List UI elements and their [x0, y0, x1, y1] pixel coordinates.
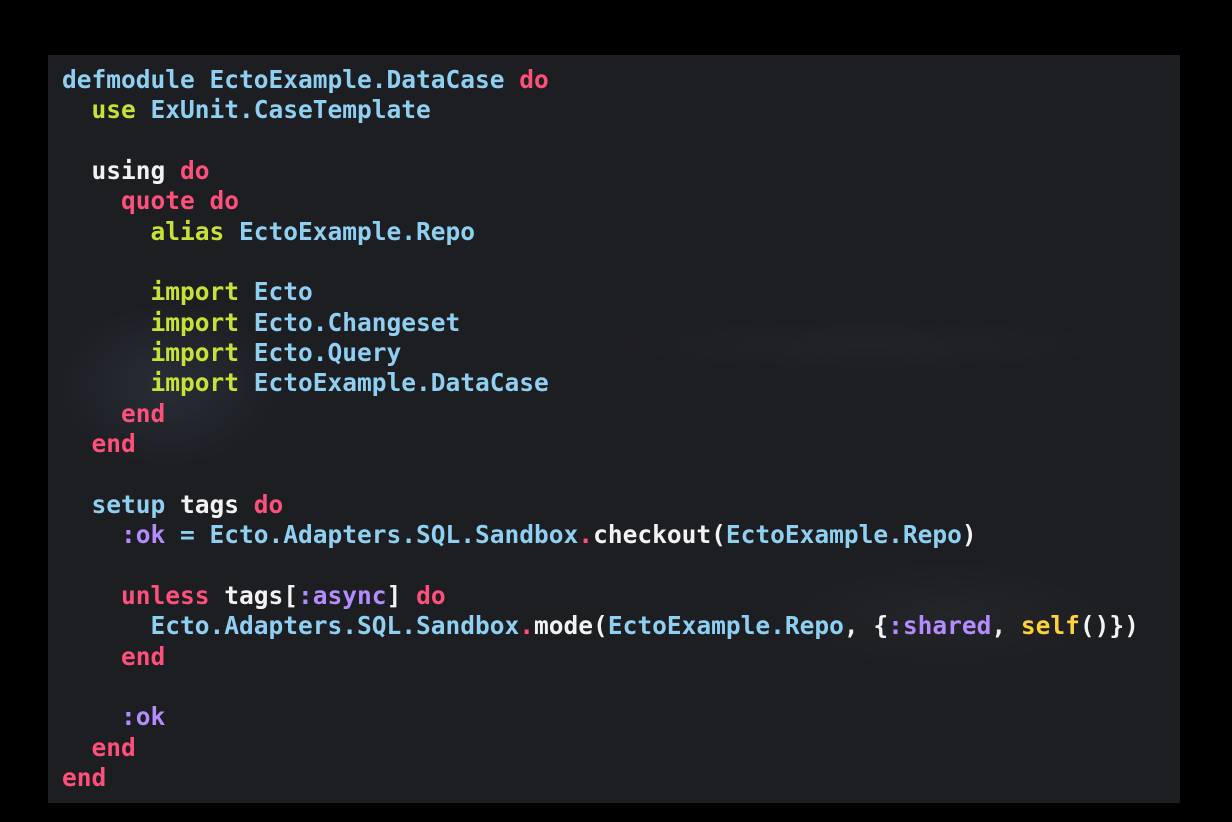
code-token: Ecto.Query [253, 338, 402, 368]
code-token: , [991, 611, 1021, 641]
code-line-19: Ecto.Adapters.SQL.Sandbox.mode(EctoExamp… [62, 611, 1139, 641]
code-token: ExUnit.CaseTemplate [150, 95, 431, 125]
code-line-17: ​ [62, 551, 1139, 581]
code-line-2: use ExUnit.CaseTemplate [62, 95, 1139, 125]
code-line-3: ​ [62, 126, 1139, 156]
code-token: mode [534, 611, 594, 641]
code-token: self [1020, 611, 1080, 641]
code-line-1: defmodule EctoExample.DataCase do [62, 65, 1139, 95]
code-token: :async [298, 580, 387, 610]
code-token: end [62, 732, 136, 762]
code-token: , { [843, 611, 889, 641]
code-token: EctoExample.Repo [239, 216, 476, 246]
code-token: ) [961, 520, 977, 550]
code-token: = [165, 520, 210, 550]
code-token: tags [224, 580, 284, 610]
code-line-7: ​ [62, 247, 1139, 277]
code-token: quote [62, 186, 210, 216]
code-token: using [62, 156, 181, 186]
code-token: import [62, 307, 254, 337]
code-line-20: end [62, 642, 1139, 672]
code-line-23: end [62, 733, 1139, 763]
code-token: end [62, 429, 136, 459]
code-token: alias [62, 216, 240, 246]
code-token: tags [180, 489, 254, 519]
code-token: . [578, 520, 594, 550]
code-line-13: end [62, 429, 1139, 459]
code-token: EctoExample.Repo [725, 520, 962, 550]
code-token: setup [62, 489, 181, 519]
code-token: end [62, 641, 166, 671]
code-token: Ecto.Changeset [253, 307, 461, 337]
code-token: unless [62, 580, 225, 610]
code-line-9: import Ecto.Changeset [62, 308, 1139, 338]
code-editor: defmodule EctoExample.DataCase do use Ex… [62, 65, 1139, 793]
code-line-11: import EctoExample.DataCase [62, 368, 1139, 398]
code-token: Ecto.Adapters.SQL.Sandbox [209, 520, 579, 550]
code-token: import [62, 338, 254, 368]
code-token: :ok [62, 520, 166, 550]
code-token: end [62, 398, 166, 428]
code-line-16: :ok = Ecto.Adapters.SQL.Sandbox.checkout… [62, 520, 1139, 550]
code-token: [ [283, 580, 299, 610]
code-line-22: :ok [62, 702, 1139, 732]
code-token: . [519, 611, 535, 641]
code-line-15: setup tags do [62, 490, 1139, 520]
code-token: ( [711, 520, 726, 550]
code-token: EctoExample.DataCase [209, 65, 520, 94]
code-line-5: quote do [62, 186, 1139, 216]
code-token: do [253, 489, 284, 519]
code-token: Ecto.Adapters.SQL.Sandbox [62, 611, 520, 641]
code-line-4: using do [62, 156, 1139, 186]
code-token: :ok [62, 702, 166, 732]
code-line-12: end [62, 399, 1139, 429]
code-line-18: unless tags[:async] do [62, 581, 1139, 611]
code-token: ] [386, 580, 417, 610]
code-token: checkout [593, 520, 712, 550]
code-token: use [62, 95, 151, 125]
code-token: do [180, 156, 210, 186]
code-token: import [62, 277, 254, 307]
code-panel: defmodule EctoExample.DataCase do use Ex… [48, 55, 1180, 803]
code-token: EctoExample.Repo [607, 611, 844, 641]
code-token: :shared [888, 611, 992, 641]
code-token: ( [593, 611, 608, 641]
code-line-14: ​ [62, 459, 1139, 489]
code-token: ()}) [1079, 611, 1139, 641]
code-token: do [519, 65, 549, 94]
code-token: end [62, 762, 107, 792]
code-line-21: ​ [62, 672, 1139, 702]
code-token: do [416, 580, 446, 610]
code-token: Ecto [253, 277, 313, 307]
code-token: import [62, 368, 254, 398]
code-line-6: alias EctoExample.Repo [62, 217, 1139, 247]
code-line-10: import Ecto.Query [62, 338, 1139, 368]
code-token: do [209, 186, 240, 216]
code-token: EctoExample.DataCase [253, 368, 549, 398]
code-line-24: end [62, 763, 1139, 793]
code-line-8: import Ecto [62, 277, 1139, 307]
code-token: defmodule [62, 65, 210, 94]
